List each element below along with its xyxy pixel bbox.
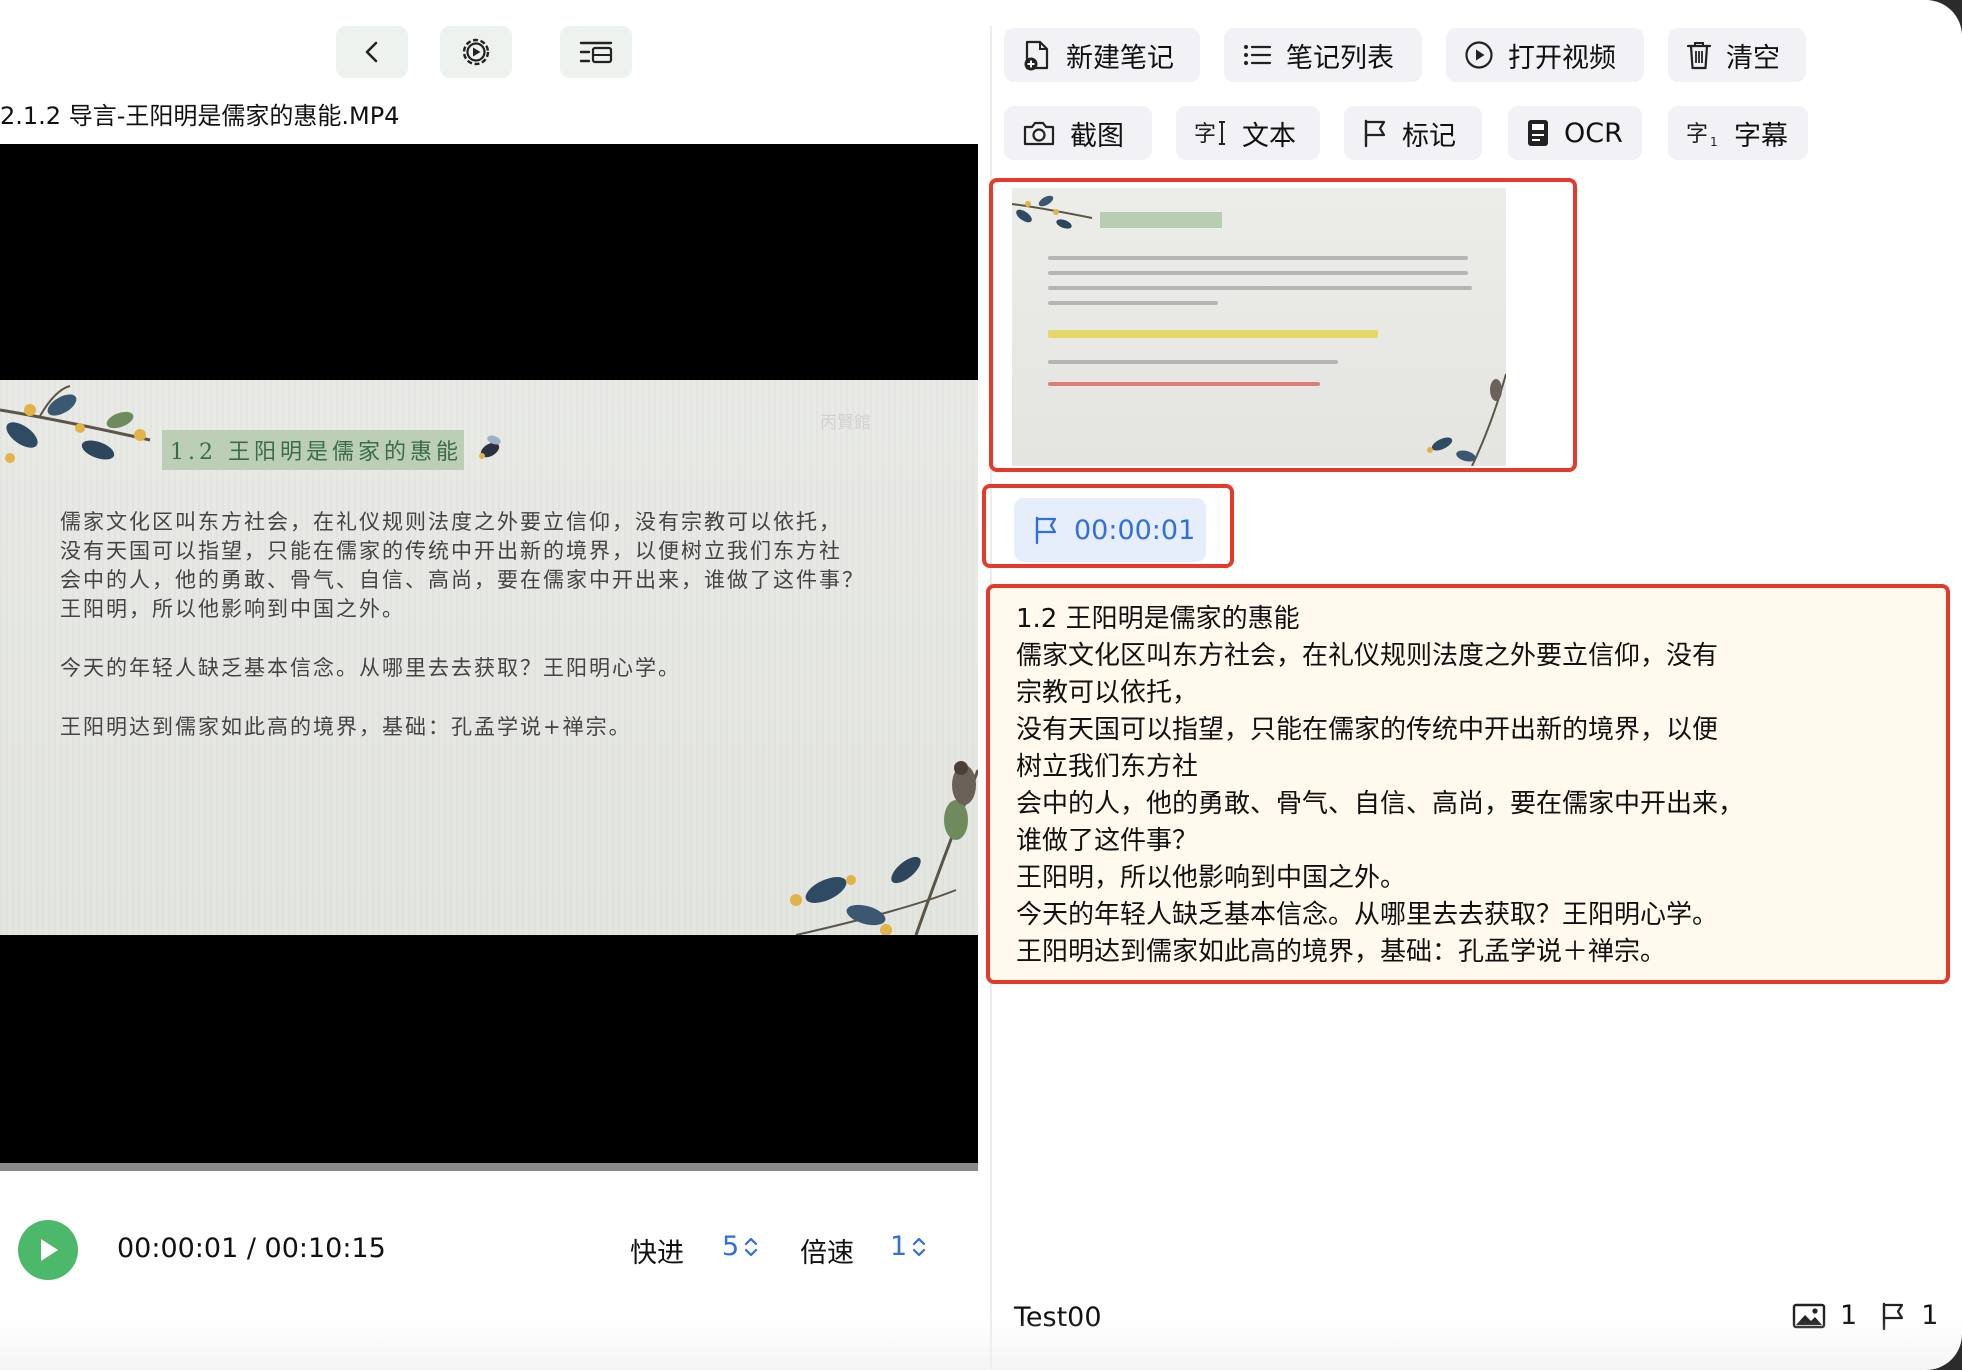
- slide-watermark: 丙賢館: [820, 413, 871, 433]
- note-text-line: 树立我们东方社: [1016, 752, 1199, 782]
- slide-text-line: 王阳明，所以他影响到中国之外。: [60, 597, 405, 621]
- screenshot-button[interactable]: 截图: [1004, 106, 1152, 160]
- back-icon: [365, 41, 378, 63]
- slide-title: 1.2 王阳明是儒家的惠能: [170, 440, 462, 465]
- svg-text:字: 字: [1194, 122, 1216, 147]
- thumb-underline: [1048, 382, 1320, 386]
- slide-text-line: 王阳明达到儒家如此高的境界，基础：孔孟学说+禅宗。: [60, 715, 632, 739]
- flag-icon: [1364, 119, 1386, 148]
- stepper-chevrons-icon: [745, 1237, 758, 1256]
- text-button[interactable]: 字 文本: [1176, 106, 1320, 160]
- speed-value: 1: [890, 1231, 908, 1262]
- open-video-button[interactable]: 打开视频: [1446, 28, 1644, 82]
- subtitle-label: 字幕: [1734, 120, 1788, 152]
- thumb-bird-decoration: [1427, 373, 1506, 466]
- back-button[interactable]: [336, 26, 408, 78]
- fast-forward-stepper[interactable]: 5: [722, 1231, 759, 1262]
- note-counts: 1 1: [1792, 1300, 1938, 1331]
- slide-text-line: 今天的年轻人缺乏基本信念。从哪里去去获取？王阳明心学。: [60, 656, 681, 680]
- screenshot-label: 截图: [1070, 120, 1124, 152]
- ocr-button[interactable]: OCR: [1508, 106, 1642, 160]
- time-display: 00:00:01 / 00:10:15: [117, 1233, 386, 1264]
- note-text-line: 王阳明，所以他影响到中国之外。: [1016, 863, 1407, 893]
- text-note[interactable]: 1.2 王阳明是儒家的惠能 儒家文化区叫东方社会，在礼仪规则法度之外要立信仰，没…: [986, 584, 1950, 984]
- bird-branch-decoration: [790, 761, 978, 935]
- thumb-text-line: [1048, 256, 1468, 260]
- app-window: 2.1.2 导言-王阳明是儒家的惠能.MP4 1.2 王阳明是儒家的惠能 丙賢館: [0, 0, 1962, 1370]
- video-player-panel: 2.1.2 导言-王阳明是儒家的惠能.MP4 1.2 王阳明是儒家的惠能 丙賢館: [0, 0, 992, 1370]
- play-circle-icon: [1465, 41, 1493, 69]
- new-note-label: 新建笔记: [1066, 42, 1174, 74]
- speed-stepper[interactable]: 1: [890, 1231, 927, 1262]
- note-text-line: 宗教可以依托，: [1016, 678, 1199, 708]
- mark-label: 标记: [1402, 120, 1456, 152]
- play-button[interactable]: [18, 1220, 78, 1280]
- flag-icon: [1882, 1302, 1904, 1330]
- ocr-label: OCR: [1564, 117, 1623, 149]
- fast-forward-label: 快进: [630, 1238, 684, 1269]
- video-file-title: 2.1.2 导言-王阳明是儒家的惠能.MP4: [0, 102, 400, 130]
- new-note-button[interactable]: 新建笔记: [1004, 28, 1200, 82]
- settings-icon: [462, 38, 490, 66]
- note-list-button[interactable]: 笔记列表: [1224, 28, 1422, 82]
- thumb-text-line: [1048, 286, 1472, 290]
- thumb-text-line: [1048, 301, 1218, 305]
- slide-text-line: 儒家文化区叫东方社会，在礼仪规则法度之外要立信仰，没有宗教可以依托，: [60, 510, 842, 534]
- new-note-icon: [1024, 40, 1049, 71]
- thumb-text-line: [1048, 360, 1338, 364]
- camera-icon: [1023, 121, 1055, 146]
- flag-icon: [1035, 516, 1057, 545]
- subtitle-icon: 字 1: [1686, 122, 1718, 148]
- stepper-chevrons-icon: [913, 1237, 926, 1256]
- play-icon: [41, 1239, 58, 1261]
- slide-text-line: 会中的人，他的勇敢、骨气、自信、高尚，要在儒家中开出来，谁做了这件事？: [60, 568, 865, 592]
- note-text-line: 今天的年轻人缺乏基本信念。从哪里去去获取？王阳明心学。: [1016, 900, 1719, 930]
- video-frame-slide: 1.2 王阳明是儒家的惠能 丙賢館 儒家文化区叫东方社会，在礼仪规则法度之外要立…: [0, 380, 978, 935]
- svg-text:字: 字: [1686, 122, 1708, 147]
- note-text-line: 儒家文化区叫东方社会，在礼仪规则法度之外要立信仰，没有: [1016, 641, 1719, 671]
- thumb-flower-decoration: [1012, 195, 1093, 229]
- subtitle-button[interactable]: 字 1 字幕: [1668, 106, 1808, 160]
- playlist-button[interactable]: [560, 26, 632, 78]
- image-icon: [1792, 1303, 1826, 1328]
- bee-icon: [479, 435, 501, 459]
- speed-label: 倍速: [800, 1238, 854, 1269]
- mark-timestamp: 00:00:01: [1074, 514, 1196, 546]
- svg-text:1: 1: [1710, 135, 1718, 148]
- open-video-label: 打开视频: [1508, 42, 1616, 74]
- clear-button[interactable]: 清空: [1668, 28, 1806, 82]
- slide-text-line: 没有天国可以指望，只能在儒家的传统中开出新的境界，以便树立我们东方社: [60, 539, 842, 563]
- note-text-line: 1.2 王阳明是儒家的惠能: [1016, 604, 1300, 634]
- playlist-icon: [579, 41, 613, 64]
- note-text-line: 没有天国可以指望，只能在儒家的传统中开出新的境界，以便: [1016, 715, 1719, 745]
- fast-forward-value: 5: [722, 1231, 740, 1262]
- text-cursor-icon: 字: [1194, 121, 1225, 147]
- timestamp-mark-chip[interactable]: 00:00:01: [1014, 498, 1206, 562]
- trash-icon: [1686, 42, 1712, 70]
- settings-button[interactable]: [440, 26, 512, 78]
- thumb-title-bar: [1100, 212, 1222, 228]
- thumb-highlight-line: [1048, 330, 1378, 338]
- ocr-icon: [1528, 120, 1548, 146]
- note-text-line: 谁做了这件事？: [1016, 826, 1199, 856]
- clear-label: 清空: [1726, 42, 1780, 74]
- screenshot-thumbnail[interactable]: [1012, 188, 1506, 466]
- image-count: 1: [1840, 1300, 1858, 1331]
- text-label: 文本: [1242, 120, 1296, 152]
- mark-count: 1: [1921, 1300, 1939, 1331]
- list-icon: [1244, 45, 1272, 65]
- thumb-text-line: [1048, 271, 1468, 275]
- note-text-line: 会中的人，他的勇敢、骨气、自信、高尚，要在儒家中开出来，: [1016, 789, 1745, 819]
- note-list-label: 笔记列表: [1286, 42, 1394, 74]
- flower-branch-decoration: [0, 385, 151, 463]
- mark-button[interactable]: 标记: [1344, 106, 1482, 160]
- note-text-line: 王阳明达到儒家如此高的境界，基础：孔孟学说＋禅宗。: [1016, 937, 1667, 967]
- user-name: Test00: [1014, 1302, 1102, 1333]
- video-progress-track[interactable]: [0, 1163, 978, 1171]
